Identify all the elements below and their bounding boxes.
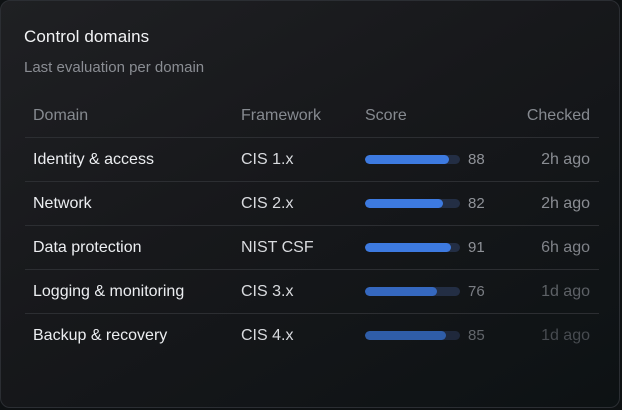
column-header-domain[interactable]: Domain bbox=[33, 94, 88, 137]
column-header-score[interactable]: Score bbox=[365, 94, 505, 137]
table-row[interactable]: Identity & access CIS 1.x 88 2h ago bbox=[25, 138, 599, 182]
score-bar-fill bbox=[365, 243, 452, 252]
score-value: 88 bbox=[468, 151, 485, 168]
score-bar-fill bbox=[365, 155, 449, 164]
score-cell: 85 bbox=[365, 314, 505, 357]
domain-name: Network bbox=[33, 195, 92, 212]
score-bar-fill bbox=[365, 287, 438, 296]
domain-name: Identity & access bbox=[33, 151, 154, 168]
table-row[interactable]: Data protection NIST CSF 91 6h ago bbox=[25, 226, 599, 270]
table-row[interactable]: Backup & recovery CIS 4.x 85 1d ago bbox=[25, 314, 599, 357]
score-bar-track bbox=[365, 243, 460, 252]
table-header: Domain Framework Score Checked bbox=[25, 94, 599, 138]
score-bar-track bbox=[365, 287, 460, 296]
framework-name: CIS 1.x bbox=[241, 151, 294, 168]
score-cell: 82 bbox=[365, 182, 505, 225]
framework-name: CIS 2.x bbox=[241, 195, 294, 212]
domain-name: Logging & monitoring bbox=[33, 283, 185, 300]
control-domains-card: Control domains Last evaluation per doma… bbox=[0, 0, 620, 408]
checked-time: 6h ago bbox=[541, 239, 590, 256]
column-header-framework[interactable]: Framework bbox=[241, 94, 321, 137]
framework-name: CIS 3.x bbox=[241, 283, 294, 300]
checked-time: 2h ago bbox=[541, 195, 590, 212]
score-bar-track bbox=[365, 155, 460, 164]
score-bar-fill bbox=[365, 331, 446, 340]
table-row[interactable]: Network CIS 2.x 82 2h ago bbox=[25, 182, 599, 226]
framework-name: CIS 4.x bbox=[241, 327, 294, 344]
score-value: 82 bbox=[468, 195, 485, 212]
score-bar-fill bbox=[365, 199, 443, 208]
score-cell: 88 bbox=[365, 138, 505, 181]
score-bar-track bbox=[365, 199, 460, 208]
card-title: Control domains bbox=[24, 27, 150, 46]
score-cell: 76 bbox=[365, 270, 505, 313]
framework-name: NIST CSF bbox=[241, 239, 314, 256]
checked-time: 1d ago bbox=[541, 283, 590, 300]
score-value: 76 bbox=[468, 283, 485, 300]
checked-time: 2h ago bbox=[541, 151, 590, 168]
domain-name: Backup & recovery bbox=[33, 327, 168, 344]
checked-time: 1d ago bbox=[541, 327, 590, 344]
score-value: 85 bbox=[468, 327, 485, 344]
score-value: 91 bbox=[468, 239, 485, 256]
domains-table: Domain Framework Score Checked Identity … bbox=[25, 94, 599, 357]
score-cell: 91 bbox=[365, 226, 505, 269]
score-bar-track bbox=[365, 331, 460, 340]
column-header-checked[interactable]: Checked bbox=[527, 94, 590, 137]
table-row[interactable]: Logging & monitoring CIS 3.x 76 1d ago bbox=[25, 270, 599, 314]
card-subtitle: Last evaluation per domain bbox=[24, 59, 205, 76]
domain-name: Data protection bbox=[33, 239, 142, 256]
